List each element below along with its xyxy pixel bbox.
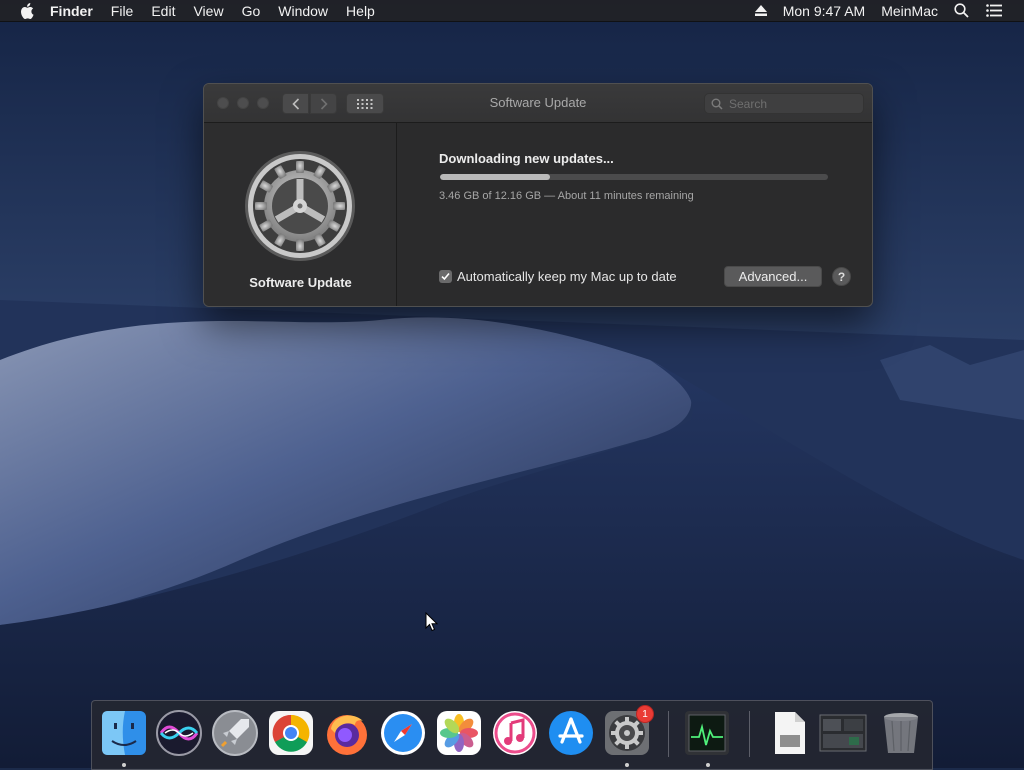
update-count-badge: 1 xyxy=(636,705,654,723)
apple-menu-icon[interactable] xyxy=(20,2,36,19)
activity-monitor-icon xyxy=(685,711,729,755)
software-update-window: Software Update Search Software Update D… xyxy=(203,83,873,307)
photos-icon xyxy=(437,711,481,755)
download-progress-bar xyxy=(440,174,828,180)
dock-safari[interactable] xyxy=(379,709,427,757)
launchpad-rocket-icon xyxy=(212,710,258,756)
chrome-icon xyxy=(269,711,313,755)
dock-separator-2 xyxy=(749,711,750,757)
pane-sidebar: Software Update xyxy=(204,123,397,306)
dock: 1 xyxy=(91,700,933,770)
mouse-cursor-icon xyxy=(425,612,439,632)
search-placeholder: Search xyxy=(729,96,768,111)
dock-document[interactable] xyxy=(765,709,813,757)
safari-compass-icon xyxy=(381,711,425,755)
auto-update-label[interactable]: Automatically keep my Mac up to date xyxy=(457,269,677,284)
spotlight-search-icon[interactable] xyxy=(954,3,970,19)
dock-screen-capture[interactable] xyxy=(819,709,867,757)
progress-fill xyxy=(440,174,551,180)
dock-itunes[interactable] xyxy=(491,709,539,757)
activity-monitor-running-indicator xyxy=(706,763,710,767)
document-icon xyxy=(775,712,805,754)
menu-user[interactable]: MeinMac xyxy=(881,3,938,19)
search-icon xyxy=(711,98,723,110)
eject-icon[interactable] xyxy=(754,5,767,17)
dock-firefox[interactable] xyxy=(323,709,371,757)
menu-clock[interactable]: Mon 9:47 AM xyxy=(783,3,866,19)
dock-launchpad[interactable] xyxy=(211,709,259,757)
menu-go[interactable]: Go xyxy=(242,3,261,19)
dock-finder[interactable] xyxy=(100,709,148,757)
dock-google-chrome[interactable] xyxy=(267,709,315,757)
menu-extras: Mon 9:47 AM MeinMac xyxy=(739,3,1024,19)
search-field[interactable]: Search xyxy=(704,93,864,114)
trash-icon xyxy=(884,713,918,753)
status-detail: 3.46 GB of 12.16 GB — About 11 minutes r… xyxy=(439,190,694,202)
app-store-icon xyxy=(549,711,593,755)
software-update-gear-icon xyxy=(245,151,355,261)
menu-bar: Finder File Edit View Go Window Help Mon… xyxy=(0,0,1024,22)
pane-label: Software Update xyxy=(249,275,352,290)
system-preferences-running-indicator xyxy=(625,763,629,767)
screen-capture-icon xyxy=(819,714,867,752)
status-title: Downloading new updates... xyxy=(439,151,614,166)
auto-update-row: Automatically keep my Mac up to date xyxy=(439,269,677,284)
finder-icon xyxy=(102,711,146,755)
menu-edit[interactable]: Edit xyxy=(151,3,175,19)
finder-running-indicator xyxy=(122,763,126,767)
menu-help[interactable]: Help xyxy=(346,3,375,19)
advanced-button[interactable]: Advanced... xyxy=(724,266,822,287)
checkmark-icon xyxy=(441,272,450,281)
siri-icon xyxy=(156,710,202,756)
dock-separator xyxy=(668,711,669,757)
firefox-icon xyxy=(327,715,367,755)
notification-center-icon[interactable] xyxy=(986,3,1002,19)
itunes-music-icon xyxy=(493,711,537,755)
help-button[interactable]: ? xyxy=(832,267,851,286)
window-titlebar[interactable]: Software Update Search xyxy=(204,84,872,123)
menu-app-name[interactable]: Finder xyxy=(50,3,93,19)
dock-app-store[interactable] xyxy=(547,709,595,757)
menu-view[interactable]: View xyxy=(193,3,223,19)
dock-activity-monitor[interactable] xyxy=(683,709,731,757)
menu-window[interactable]: Window xyxy=(278,3,328,19)
dock-photos[interactable] xyxy=(435,709,483,757)
menu-file[interactable]: File xyxy=(111,3,134,19)
auto-update-checkbox[interactable] xyxy=(439,270,452,283)
dock-system-preferences[interactable]: 1 xyxy=(603,705,654,757)
dock-siri[interactable] xyxy=(155,709,203,757)
dock-trash[interactable] xyxy=(877,709,925,757)
